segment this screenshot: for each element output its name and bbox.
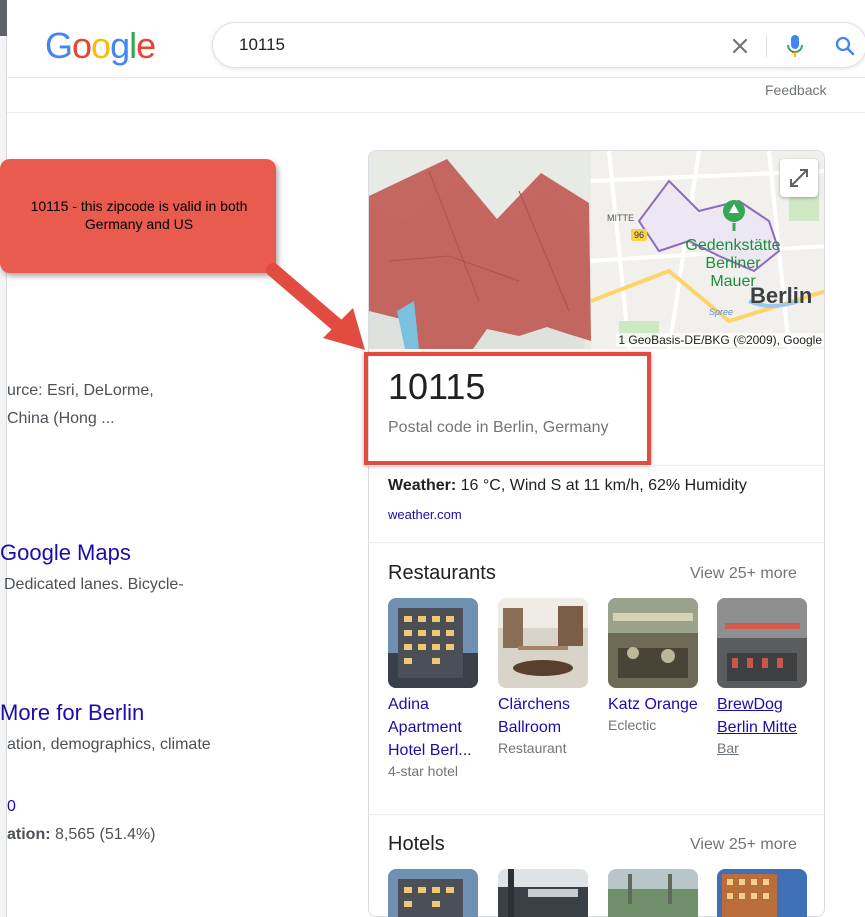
header-divider (7, 112, 865, 113)
feedback-link[interactable]: Feedback (765, 82, 826, 98)
logo-letter: g (110, 25, 130, 66)
map-source-text: urce: Esri, DeLorme, (7, 382, 154, 399)
annotation-callout: 10115 - this zipcode is valid in both Ge… (0, 159, 276, 273)
weather-line: Weather: 16 °C, Wind S at 11 km/h, 62% H… (388, 477, 747, 495)
browser-left-edge (0, 0, 7, 917)
restaurant-card[interactable]: Katz Orange Eclectic (608, 598, 700, 733)
hotel-card[interactable] (498, 869, 588, 917)
weather-value: 16 °C, Wind S at 11 km/h, 62% Humidity (460, 477, 747, 494)
logo-letter: e (136, 25, 156, 66)
more-for-berlin-link[interactable]: More for Berlin (0, 700, 144, 726)
google-maps-result-link[interactable]: Google Maps (0, 540, 131, 566)
more-result-snippet: ation, demographics, climate (7, 736, 211, 753)
callout-arrow (266, 263, 365, 350)
weather-label: Weather: (388, 477, 457, 494)
restaurant-name[interactable]: Adina Apartment Hotel Berl... (388, 693, 480, 762)
restaurant-name[interactable]: Clärchens Ballroom (498, 693, 590, 739)
google-logo[interactable]: Google (45, 24, 156, 68)
maps-result-snippet: Dedicated lanes. Bicycle- (4, 576, 184, 593)
hotels-view-more-link[interactable]: View 25+ more (690, 836, 797, 854)
restaurant-name[interactable]: Katz Orange (608, 693, 700, 716)
stat-label: ation: (7, 826, 51, 843)
restaurant-type: Restaurant (498, 740, 567, 756)
microphone-icon[interactable] (783, 33, 807, 59)
logo-letter: G (45, 25, 73, 66)
map-copyright: 1 GeoBasis-DE/BKG (©2009), Google (616, 333, 824, 347)
search-input[interactable] (239, 33, 699, 57)
panel-divider (368, 542, 825, 543)
search-header: Google (7, 0, 865, 78)
annotation-highlight-box (364, 352, 651, 465)
weather-source-link[interactable]: weather.com (388, 507, 462, 522)
restaurant-card[interactable]: Adina Apartment Hotel Berl... 4-star hot… (388, 598, 480, 779)
restaurant-image (498, 598, 588, 688)
hotel-card[interactable] (608, 869, 698, 917)
restaurants-heading: Restaurants (388, 562, 496, 584)
logo-letter: o (72, 25, 92, 66)
hotel-image (608, 869, 698, 917)
restaurant-image (608, 598, 698, 688)
restaurant-name[interactable]: BrewDog Berlin Mitte (717, 693, 809, 739)
map-river-label: Spree (709, 307, 734, 317)
population-stat: ation: 8,565 (51.4%) (7, 826, 156, 844)
browser-edge-block (0, 0, 7, 36)
hotel-card[interactable] (717, 869, 807, 917)
road-number: 96 (633, 230, 644, 240)
restaurant-image (388, 598, 478, 688)
map-city-label: Berlin (750, 283, 813, 308)
panel-divider (368, 465, 825, 466)
restaurant-type[interactable]: Bar (717, 740, 809, 756)
logo-letter: o (91, 25, 111, 66)
knowledge-panel: MITTE 96 Gedenkstätte Berliner Mauer Berl… (368, 150, 825, 917)
hotels-heading: Hotels (388, 833, 445, 855)
hotel-image (717, 869, 807, 917)
restaurant-card[interactable]: Clärchens Ballroom Restaurant (498, 598, 590, 756)
search-divider (766, 35, 767, 57)
hotel-image (388, 869, 478, 917)
restaurant-type: 4-star hotel (388, 763, 459, 779)
restaurants-view-more-link[interactable]: View 25+ more (690, 565, 797, 583)
map-thumbnail[interactable]: MITTE 96 Gedenkstätte Berliner Mauer Berl… (369, 151, 824, 349)
search-icon[interactable] (833, 34, 857, 58)
place-line-1: Gedenkstätte (685, 237, 781, 254)
expand-map-button[interactable] (780, 159, 818, 197)
restaurant-image (717, 598, 807, 688)
result-fragment[interactable]: 0 (7, 798, 16, 816)
map-source-text-2: China (Hong ... (7, 410, 115, 427)
panel-divider (368, 814, 825, 815)
restaurant-card[interactable]: BrewDog Berlin Mitte Bar (717, 598, 809, 756)
clear-icon[interactable] (728, 34, 752, 58)
stat-value: 8,565 (51.4%) (55, 826, 156, 843)
callout-text: 10115 - this zipcode is valid in both Ge… (30, 198, 248, 232)
map-label-mitte: MITTE (607, 213, 634, 223)
hotel-card[interactable] (388, 869, 478, 917)
hotel-image (498, 869, 588, 917)
restaurant-type: Eclectic (608, 717, 657, 733)
expand-icon (790, 169, 808, 187)
search-box (212, 22, 865, 68)
